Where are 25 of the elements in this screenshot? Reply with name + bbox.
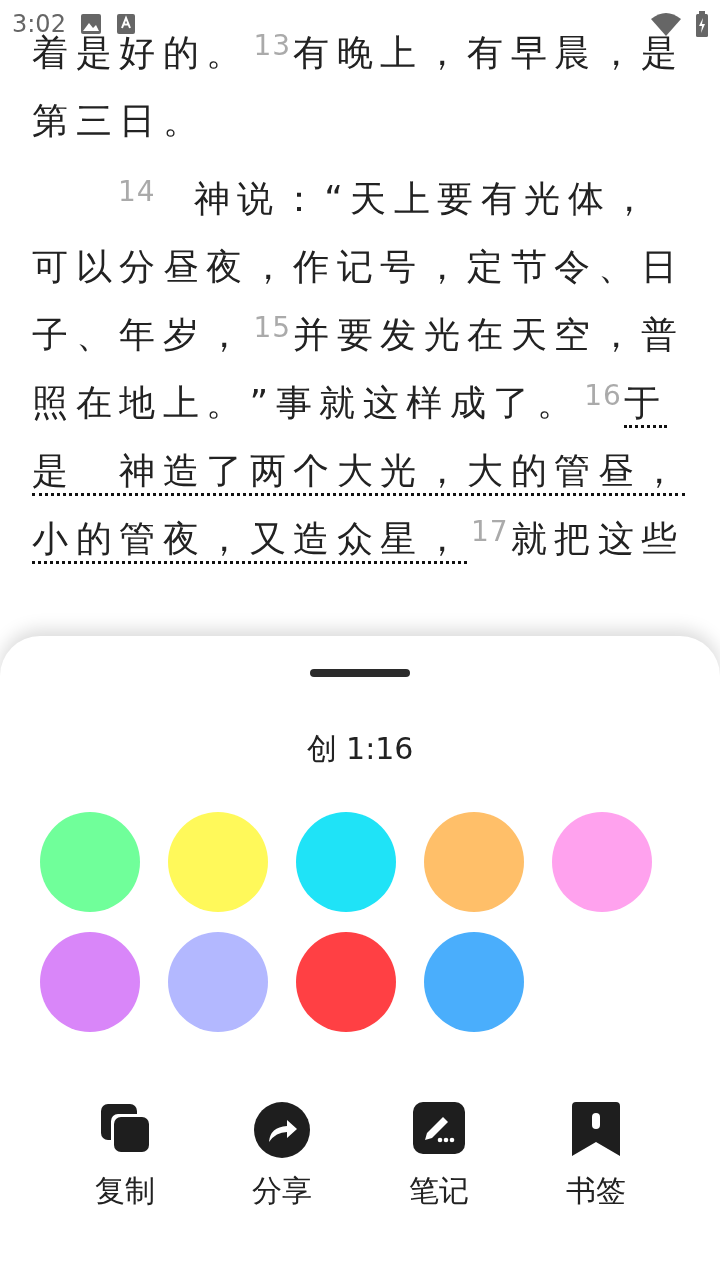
verse-text[interactable]: 有晚上，有早晨，是 [293,32,685,74]
verse-text[interactable]: 是 神造了两个大光，大的管昼， [32,453,685,496]
verse-text[interactable]: 并要发光在天空，普 [293,314,685,356]
verse-text[interactable]: 可以分昼夜，作记号，定节令、日 [32,246,685,288]
note-button[interactable]: 笔记 [360,1102,517,1212]
verse-reference: 创 1:16 [306,730,414,768]
share-button[interactable]: 分享 [203,1102,360,1212]
copy-button[interactable]: 复制 [46,1102,203,1212]
drag-handle[interactable] [310,669,410,677]
verse-text[interactable]: 照在地上。”事就这样成了。 [32,382,581,424]
verse-text[interactable]: 小的管夜，又造众星， [32,521,467,564]
image-icon [79,13,102,35]
wifi-icon [650,11,682,37]
verse-text[interactable]: 神说：“天上要有光体， [193,178,655,220]
bookmark-icon [571,1102,620,1156]
verse-text[interactable]: 子、年岁， [32,314,250,356]
verse-text[interactable]: 第三日。 [32,100,206,142]
verse-text[interactable]: 于 [623,385,668,428]
share-icon [253,1102,310,1158]
edit-note-icon [412,1102,465,1154]
battery-icon [696,11,708,37]
copy-icon [98,1102,151,1154]
verse-text[interactable]: 就把这些 [510,518,685,560]
keyboard-icon [115,13,136,35]
bookmark-button[interactable]: 书签 [517,1102,674,1212]
